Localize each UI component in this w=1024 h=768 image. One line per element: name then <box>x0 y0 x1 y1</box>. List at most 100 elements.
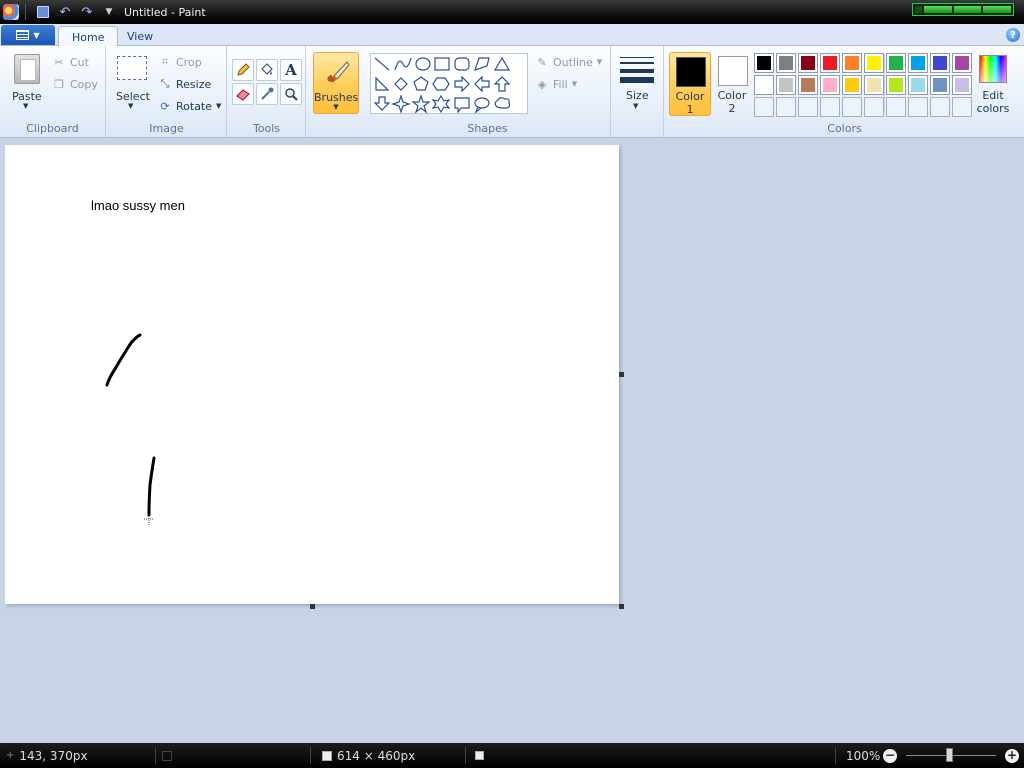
custom-color-slot[interactable] <box>908 97 928 117</box>
hexagon-shape-icon <box>432 77 450 91</box>
zoom-out-button[interactable]: − <box>883 743 897 768</box>
group-label-tools: Tools <box>252 122 281 135</box>
zoom-in-button[interactable]: + <box>1005 743 1019 768</box>
paint-app-icon[interactable] <box>3 4 19 20</box>
palette-swatch[interactable] <box>952 75 972 95</box>
separator <box>25 4 26 20</box>
shapes-gallery[interactable]: ▲ ▼ ▼ <box>370 53 898 114</box>
palette-swatch[interactable] <box>908 75 928 95</box>
customize-toolbar-icon[interactable]: ▼ <box>100 3 118 21</box>
zoom-out-icon: − <box>883 747 897 763</box>
resize-button[interactable]: ⤡ Resize <box>158 75 212 93</box>
chevron-down-icon: ▼ <box>596 58 603 66</box>
rotate-icon: ⟳ <box>160 99 170 113</box>
palette-swatch[interactable] <box>908 53 928 73</box>
group-label-clipboard: Clipboard <box>26 122 79 135</box>
chevron-down-icon: ▼ <box>216 102 222 110</box>
palette-swatch[interactable] <box>798 53 818 73</box>
separator <box>835 747 836 764</box>
custom-color-slot[interactable] <box>886 97 906 117</box>
outline-label: Outline <box>553 55 593 69</box>
scissors-icon: ✂ <box>54 55 64 69</box>
resize-handle-bottom[interactable] <box>310 604 315 609</box>
palette-swatch[interactable] <box>952 53 972 73</box>
left-arrow-shape-icon <box>474 75 490 93</box>
palette-swatch[interactable] <box>930 75 950 95</box>
color1-button[interactable]: Color 1 <box>669 52 711 116</box>
palette-swatch[interactable] <box>776 75 796 95</box>
chevron-down-icon: ▼ <box>33 30 40 40</box>
tab-home[interactable]: Home <box>58 26 119 47</box>
pentagon-shape-icon <box>413 76 429 91</box>
resize-handle-corner[interactable] <box>619 604 624 609</box>
undo-icon[interactable]: ↶ <box>56 3 74 21</box>
palette-swatch[interactable] <box>864 75 884 95</box>
zoom-slider-thumb[interactable] <box>946 748 953 762</box>
palette-swatch[interactable] <box>864 53 884 73</box>
custom-color-slot[interactable] <box>952 97 972 117</box>
palette-swatch[interactable] <box>820 53 840 73</box>
palette-swatch[interactable] <box>754 53 774 73</box>
cut-button[interactable]: ✂ Cut <box>52 53 89 71</box>
rectangle-shape-icon <box>434 57 450 71</box>
palette-swatch[interactable] <box>886 75 906 95</box>
oval-shape-icon <box>415 57 431 71</box>
chevron-down-icon: ▼ <box>128 102 134 110</box>
custom-color-slot[interactable] <box>798 97 818 117</box>
paint-menu-button[interactable]: ▼ <box>1 25 55 45</box>
color1-swatch <box>676 57 706 87</box>
outline-button[interactable]: ✎ Outline ▼ <box>535 53 602 71</box>
resize-handle-right[interactable] <box>619 372 624 377</box>
palette-swatch[interactable] <box>930 53 950 73</box>
custom-color-slot[interactable] <box>930 97 950 117</box>
edit-colors-button[interactable]: Edit colors <box>977 55 1009 119</box>
help-icon[interactable]: ? <box>1006 28 1020 42</box>
palette-swatch[interactable] <box>820 75 840 95</box>
chevron-down-icon: ▼ <box>633 102 639 110</box>
rotate-label: Rotate <box>176 99 213 113</box>
cut-label: Cut <box>70 55 89 69</box>
copy-button[interactable]: ❐ Copy <box>52 75 98 93</box>
text-icon[interactable]: A <box>280 59 302 81</box>
group-label-shapes: Shapes <box>467 122 508 135</box>
palette-swatch[interactable] <box>776 53 796 73</box>
drawing-canvas[interactable]: lmao sussy men <box>5 145 619 604</box>
eraser-icon[interactable] <box>232 83 254 105</box>
crop-button[interactable]: ⌗ Crop <box>158 53 202 71</box>
custom-color-slot[interactable] <box>820 97 840 117</box>
copy-icon: ❐ <box>54 77 64 91</box>
cursor-position: + 143, 370px <box>6 743 88 768</box>
select-icon[interactable] <box>117 56 147 80</box>
image-size-text: 614 × 460px <box>337 748 416 763</box>
custom-color-slot[interactable] <box>842 97 862 117</box>
paste-icon[interactable] <box>14 54 40 84</box>
fill-bucket-icon[interactable] <box>256 59 278 81</box>
palette-swatch[interactable] <box>842 75 862 95</box>
fill-button[interactable]: ◈ Fill ▼ <box>535 75 577 93</box>
palette-swatch[interactable] <box>798 75 818 95</box>
palette-swatch[interactable] <box>754 75 774 95</box>
color2-label: Color 2 <box>717 89 747 115</box>
palette-swatch[interactable] <box>886 53 906 73</box>
group-label-image: Image <box>149 122 184 135</box>
palette-swatch[interactable] <box>842 53 862 73</box>
size-button[interactable]: Size <box>626 89 649 102</box>
redo-icon[interactable]: ↷ <box>78 3 96 21</box>
color2-button[interactable]: Color 2 <box>714 52 750 116</box>
save-icon[interactable] <box>37 6 49 18</box>
brush-stroke <box>105 333 142 387</box>
color1-label: Color 1 <box>675 90 705 116</box>
down-arrow-shape-icon <box>373 96 391 111</box>
brushes-button[interactable]: Brushes ▼ <box>313 52 359 114</box>
rotate-button[interactable]: ⟳ Rotate ▼ <box>158 97 221 115</box>
custom-color-slot[interactable] <box>754 97 774 117</box>
size-icon[interactable] <box>620 57 654 83</box>
canvas-size-icon <box>322 750 332 761</box>
window-controls[interactable] <box>912 3 1014 16</box>
magnifier-icon[interactable] <box>280 83 302 105</box>
custom-color-slot[interactable] <box>864 97 884 117</box>
custom-color-slot[interactable] <box>776 97 796 117</box>
pencil-icon[interactable] <box>232 59 254 81</box>
color-picker-icon[interactable] <box>256 83 278 105</box>
tab-view[interactable]: View <box>114 26 166 47</box>
